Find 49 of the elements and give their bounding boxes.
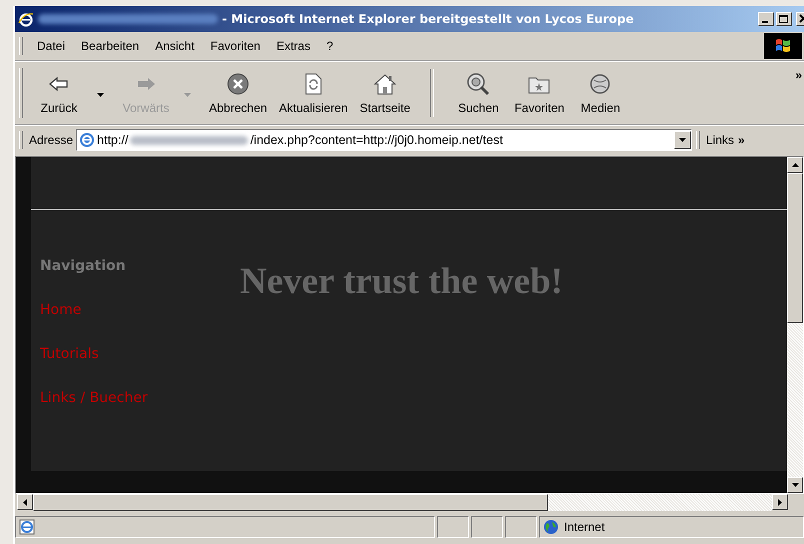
toolbar-button[interactable]: Startseite (354, 72, 416, 114)
maximize-icon (778, 14, 790, 24)
globe-icon (543, 519, 559, 535)
url-text: /index.php?content=http://j0j0.homeip.net/test (250, 133, 503, 147)
caret-icon (679, 138, 686, 142)
zone-label: Internet (564, 520, 605, 534)
dropdown-button[interactable] (674, 131, 692, 149)
page-icon (79, 132, 96, 148)
menu-item[interactable]: Favoriten (202, 39, 268, 53)
maximize-button[interactable] (776, 12, 792, 26)
page-icon (19, 519, 35, 535)
vertical-scrollbar[interactable] (787, 157, 803, 493)
left-arrow-icon[interactable] (23, 498, 27, 506)
toolbar-button[interactable]: Abbrechen (203, 72, 274, 114)
stop-icon (226, 72, 250, 96)
windows-logo-icon (764, 33, 802, 59)
menu-item[interactable]: Bearbeiten (73, 39, 148, 53)
status-pane (471, 516, 503, 538)
toolbar-button[interactable]: Favoriten (508, 72, 570, 114)
toolbar-button[interactable]: Suchen (448, 72, 508, 114)
down-arrow-icon[interactable] (792, 483, 798, 487)
menu-item[interactable]: ? (318, 39, 342, 53)
navigation-heading: Navigation (40, 258, 126, 274)
ie-logo-icon (18, 11, 34, 27)
status-pane (505, 516, 537, 538)
more-button[interactable]: » (738, 133, 745, 147)
address-field[interactable]: http:// /index.php?content=http://j0j0.homeip.net/test (76, 129, 692, 151)
minimize-button[interactable] (758, 12, 774, 26)
menu-item[interactable]: Datei (29, 39, 74, 53)
horizontal-scrollbar[interactable] (17, 494, 788, 511)
search-icon (466, 72, 490, 96)
window-title: - Microsoft Internet Explorer bereitgestellt von Lycos Europe (222, 12, 634, 26)
up-arrow-icon[interactable] (792, 163, 798, 167)
right-arrow-icon[interactable] (778, 498, 782, 506)
more-button[interactable]: » (795, 68, 802, 82)
address-label: Adresse (29, 133, 74, 147)
links-button[interactable]: Links (706, 133, 734, 147)
url-text: http:// (97, 133, 128, 147)
back-button[interactable]: Zurück (29, 72, 89, 114)
menu-item[interactable]: Extras (268, 39, 318, 53)
globe-icon (588, 72, 612, 96)
dropdown-arrow-icon[interactable] (97, 93, 104, 97)
house-icon (373, 72, 398, 96)
toolbar-button[interactable]: Aktualisieren (273, 72, 354, 114)
menu-item[interactable]: Ansicht (147, 39, 202, 53)
minimize-icon (762, 21, 768, 23)
status-pane (437, 516, 469, 538)
headline: Never trust the web! (240, 260, 563, 304)
toolbar-button[interactable]: Medien (570, 72, 630, 114)
